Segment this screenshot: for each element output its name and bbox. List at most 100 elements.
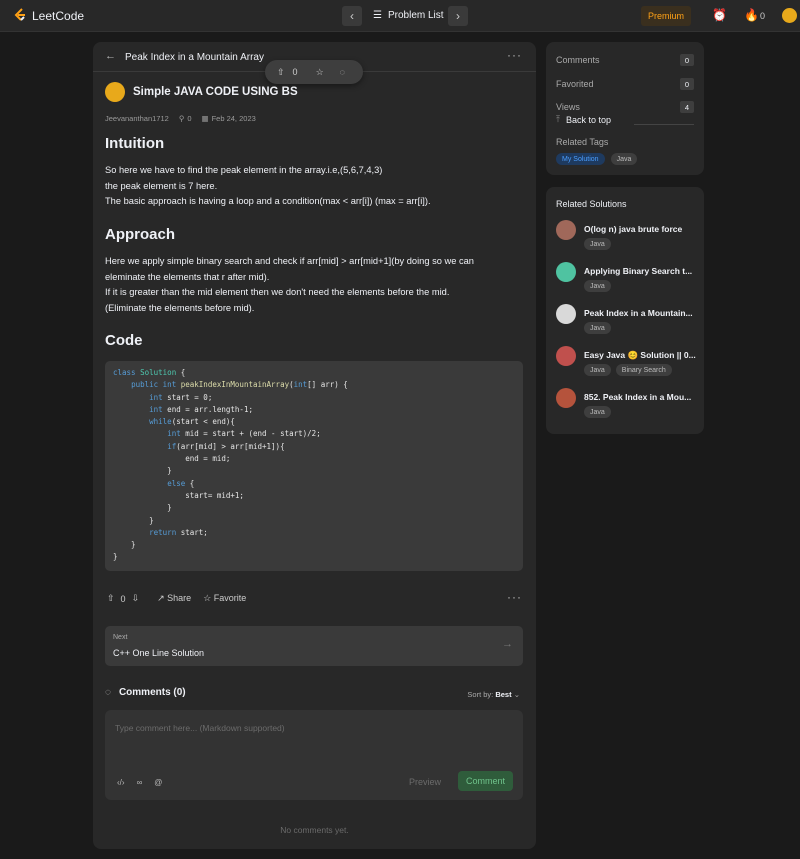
- back-to-top-button[interactable]: ⤒ Back to top: [556, 114, 694, 125]
- prev-problem-button[interactable]: ‹: [342, 6, 362, 26]
- intuition-line: So here we have to find the peak element…: [105, 165, 383, 175]
- tag-java[interactable]: Java: [584, 280, 611, 292]
- star-icon: ☆: [203, 593, 212, 603]
- intuition-line: the peak element is 7 here.: [105, 180, 218, 191]
- divider: [634, 124, 694, 125]
- calendar-icon: ▦: [201, 114, 209, 123]
- author-avatar[interactable]: [105, 82, 125, 102]
- tag-my-solution[interactable]: My Solution: [556, 153, 605, 165]
- stat-badge: 0: [680, 78, 694, 90]
- comments-header: ◌ Comments (0): [105, 687, 186, 698]
- logo[interactable]: LeetCode: [14, 8, 84, 23]
- solution-panel: ← Peak Index in a Mountain Array ··· ⇧ 0…: [93, 42, 536, 849]
- fire-streak-icon[interactable]: 🔥: [744, 8, 759, 22]
- tag-java[interactable]: Java: [584, 406, 611, 418]
- solution-title: Simple JAVA CODE USING BS: [133, 86, 298, 98]
- preview-button[interactable]: Preview: [409, 777, 441, 787]
- author-name[interactable]: Jeevananthan1712: [105, 114, 169, 123]
- user-avatar[interactable]: [782, 8, 797, 23]
- star-icon[interactable]: ☆: [316, 67, 324, 78]
- downvote-icon[interactable]: ⇩: [132, 593, 140, 604]
- tag-binary-search[interactable]: Binary Search: [615, 364, 672, 376]
- related-solution-title: Easy Java 😊 Solution || 0...: [584, 350, 696, 360]
- related-solution-title: Peak Index in a Mountain...: [584, 308, 693, 318]
- avatar: [556, 220, 576, 240]
- logo-text: LeetCode: [32, 8, 85, 23]
- share-button[interactable]: ↗ Share: [157, 593, 191, 604]
- submit-comment-button[interactable]: Comment: [458, 771, 513, 791]
- related-tags-label: Related Tags: [556, 137, 609, 147]
- no-comments-text: No comments yet.: [280, 825, 349, 835]
- stat-label: Views: [556, 102, 580, 112]
- comment-editor[interactable]: Type comment here... (Markdown supported…: [105, 710, 523, 800]
- approach-text: Here we apply simple binary search and c…: [105, 254, 525, 316]
- toolbar-vote-count: 0: [292, 67, 298, 77]
- related-solution-title: 852. Peak Index in a Mou...: [584, 392, 692, 402]
- back-arrow-icon[interactable]: ←: [105, 50, 116, 62]
- floating-action-bar: ⇧ 0 ☆ ◌: [265, 60, 363, 84]
- next-solution-link[interactable]: Next C++ One Line Solution →: [105, 626, 523, 666]
- post-more-icon[interactable]: ···: [507, 590, 522, 604]
- top-navbar: LeetCode ‹ ☰ Problem List › Premium ⏰ 🔥 …: [0, 0, 800, 32]
- favorite-label: Favorite: [213, 593, 247, 603]
- stat-badge: 4: [680, 101, 694, 113]
- next-problem-button[interactable]: ›: [448, 6, 468, 26]
- favorite-button[interactable]: ☆ Favorite: [203, 593, 246, 604]
- problem-list-button[interactable]: ☰ Problem List: [373, 10, 444, 21]
- editor-toolbar: ‹/› ∞ @: [117, 778, 162, 787]
- arrow-right-icon: →: [502, 638, 513, 650]
- approach-line: (Eliminate the elements before mid).: [105, 302, 255, 313]
- tag-java[interactable]: Java: [584, 322, 611, 334]
- share-label: Share: [167, 593, 192, 603]
- list-icon: ☰: [373, 10, 382, 21]
- related-solution-item[interactable]: Easy Java 😊 Solution || 0... Java Binary…: [556, 346, 698, 380]
- share-icon: ↗: [157, 593, 165, 603]
- solution-meta: Jeevananthan1712 ⚲ 0 ▦ Feb 24, 2023: [105, 114, 256, 123]
- tag-java[interactable]: Java: [584, 238, 611, 250]
- related-solutions-heading: Related Solutions: [556, 199, 627, 209]
- sort-dropdown[interactable]: Sort by: Best ⌄: [467, 690, 520, 699]
- tag-list: My Solution Java: [556, 153, 638, 165]
- upvote-icon[interactable]: ⇧: [107, 593, 115, 604]
- related-solution-title: Applying Binary Search t...: [584, 266, 693, 276]
- code-icon[interactable]: ‹/›: [117, 778, 125, 787]
- comments-heading: Comments (0): [118, 687, 186, 698]
- intuition-heading: Intuition: [105, 135, 165, 152]
- avatar: [556, 346, 576, 366]
- chevron-left-icon: ‹: [350, 9, 354, 23]
- leetcode-logo-icon: [14, 8, 25, 21]
- comment-icon[interactable]: ◌: [340, 67, 345, 77]
- related-solution-item[interactable]: Peak Index in a Mountain... Java: [556, 304, 698, 338]
- stats-panel: Comments 0 Favorited 0 Views 4 ⤒ Back to…: [546, 42, 704, 175]
- related-solution-item[interactable]: 852. Peak Index in a Mou... Java: [556, 388, 698, 422]
- stat-label: Favorited: [556, 79, 594, 89]
- arrow-up-icon: ⤒: [556, 114, 560, 124]
- next-label: Next: [113, 634, 128, 641]
- code-block: class Solution { public int peakIndexInM…: [105, 361, 523, 571]
- mention-icon[interactable]: @: [154, 778, 162, 787]
- intuition-line: The basic approach is having a loop and …: [105, 196, 431, 207]
- stat-label: Comments: [556, 55, 600, 65]
- views-icon: ⚲: [178, 114, 185, 123]
- problem-list-label: Problem List: [387, 10, 444, 21]
- code-heading: Code: [105, 332, 143, 349]
- comment-input[interactable]: Type comment here... (Markdown supported…: [115, 723, 285, 733]
- tag-java[interactable]: Java: [610, 153, 638, 165]
- related-solution-item[interactable]: O(log n) java brute force Java: [556, 220, 698, 254]
- post-actions: ⇧ 0 ⇩ ↗ Share ☆ Favorite: [107, 593, 246, 604]
- back-to-top-label: Back to top: [565, 114, 612, 125]
- premium-button[interactable]: Premium: [641, 6, 691, 26]
- more-options-icon[interactable]: ···: [507, 48, 522, 62]
- related-solutions-panel: Related Solutions O(log n) java brute fo…: [546, 187, 704, 434]
- post-date: Feb 24, 2023: [211, 114, 256, 123]
- intuition-text: So here we have to find the peak element…: [105, 163, 525, 210]
- approach-heading: Approach: [105, 226, 176, 243]
- upvote-icon[interactable]: ⇧: [277, 67, 285, 78]
- related-solution-item[interactable]: Applying Binary Search t... Java: [556, 262, 698, 296]
- streak-count: 0: [760, 11, 766, 21]
- tag-java[interactable]: Java: [584, 364, 611, 376]
- next-solution-title: C++ One Line Solution: [113, 648, 205, 658]
- link-icon[interactable]: ∞: [137, 778, 143, 787]
- stat-views: Views 4: [556, 101, 694, 113]
- alarm-clock-icon[interactable]: ⏰: [712, 8, 727, 22]
